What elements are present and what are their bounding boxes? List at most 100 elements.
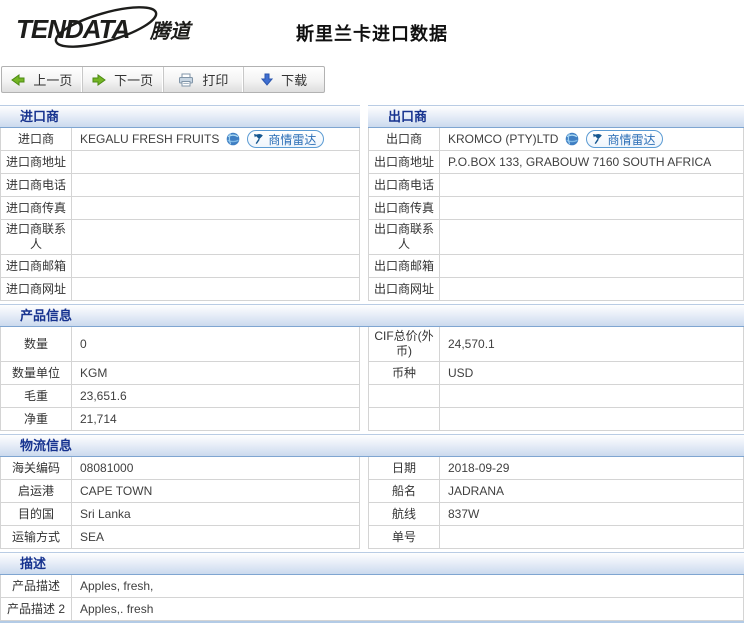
row-half: 净重 21,714 xyxy=(0,408,360,431)
satellite-dish-icon xyxy=(592,133,604,145)
table-row: 进口商联系人 出口商联系人 xyxy=(0,220,744,255)
field-value-text: SEA xyxy=(80,530,105,544)
field-value-text: 23,651.6 xyxy=(80,389,127,403)
column-gutter xyxy=(360,362,368,385)
business-radar-button[interactable]: 商情雷达 xyxy=(247,130,325,148)
field-value: Apples,. fresh xyxy=(72,598,744,621)
field-label: 出口商传真 xyxy=(369,197,440,220)
column-gutter xyxy=(360,408,368,431)
field-label: 净重 xyxy=(1,408,72,431)
field-value xyxy=(440,408,744,431)
section-header: 产品信息 xyxy=(0,304,744,327)
field-value xyxy=(72,174,360,197)
field-label: 出口商地址 xyxy=(369,151,440,174)
field-value-text: KROMCO (PTY)LTD xyxy=(448,132,559,146)
field-value-text: USD xyxy=(448,366,474,380)
column-gutter xyxy=(360,278,368,301)
table-row: 数量单位 KGM 币种 USD xyxy=(0,362,744,385)
row-half: 运输方式 SEA xyxy=(0,526,360,549)
row-half: 进口商传真 xyxy=(0,197,360,220)
download-button[interactable]: 下载 xyxy=(244,67,324,92)
field-value: KGM xyxy=(72,362,360,385)
row-half: 出口商 KROMCO (PTY)LTD 商情雷达 xyxy=(368,128,744,151)
record-table: 进口商 出口商 进口商 KEGALU FRESH FRUITS 商情雷达 出口商 KRO… xyxy=(0,105,744,623)
field-value xyxy=(72,278,360,301)
page-header: TENDATA 腾道 斯里兰卡进口数据 xyxy=(0,0,744,58)
field-label: 出口商 xyxy=(369,128,440,151)
table-row: 运输方式 SEA 单号 xyxy=(0,526,744,549)
prev-page-label: 上一页 xyxy=(33,73,73,88)
table-row: 目的国 Sri Lanka 航线 837W xyxy=(0,503,744,526)
arrow-right-icon xyxy=(92,73,106,86)
field-value: JADRANA xyxy=(440,480,744,503)
field-value: 08081000 xyxy=(72,457,360,480)
field-value: KEGALU FRESH FRUITS 商情雷达 xyxy=(72,128,360,151)
field-label: 船名 xyxy=(369,480,440,503)
field-label: 数量 xyxy=(1,327,72,362)
section-header: 描述 xyxy=(0,552,744,575)
prev-page-button[interactable]: 上一页 xyxy=(2,67,83,92)
field-label: 毛重 xyxy=(1,385,72,408)
field-value: 2018-09-29 xyxy=(440,457,744,480)
next-page-button[interactable]: 下一页 xyxy=(83,67,164,92)
field-label: 启运港 xyxy=(1,480,72,503)
print-button[interactable]: 打印 xyxy=(164,67,245,92)
table-row: 进口商地址 出口商地址 P.O.BOX 133, GRABOUW 7160 SOUT… xyxy=(0,151,744,174)
field-value: USD xyxy=(440,362,744,385)
field-label xyxy=(369,408,440,431)
table-row: 进口商邮箱 出口商邮箱 xyxy=(0,255,744,278)
table-row: 海关编码 08081000 日期 2018-09-29 xyxy=(0,457,744,480)
field-value-text: 2018-09-29 xyxy=(448,461,510,475)
field-value: 24,570.1 xyxy=(440,327,744,362)
arrow-left-icon xyxy=(11,73,25,86)
row-half xyxy=(368,408,744,431)
field-value-text: 0 xyxy=(80,337,87,351)
column-gutter xyxy=(360,151,368,174)
page-title: 斯里兰卡进口数据 xyxy=(296,24,448,44)
satellite-dish-icon xyxy=(253,133,265,145)
table-row: 进口商传真 出口商传真 xyxy=(0,197,744,220)
row-half: 进口商邮箱 xyxy=(0,255,360,278)
field-label xyxy=(369,385,440,408)
toolbar: 上一页 下一页 打印 下载 xyxy=(1,66,325,93)
field-label: 运输方式 xyxy=(1,526,72,549)
row-half: 船名 JADRANA xyxy=(368,480,744,503)
field-value: CAPE TOWN xyxy=(72,480,360,503)
field-value-text: Sri Lanka xyxy=(80,507,131,521)
section-header: 出口商 xyxy=(368,105,744,128)
field-value: Apples, fresh, xyxy=(72,575,744,598)
field-value xyxy=(440,220,744,255)
table-row: 进口商网址 出口商网址 xyxy=(0,278,744,301)
field-value: 23,651.6 xyxy=(72,385,360,408)
field-value-text: 24,570.1 xyxy=(448,337,495,351)
field-value xyxy=(440,385,744,408)
row-half: 出口商网址 xyxy=(368,278,744,301)
row-half: 毛重 23,651.6 xyxy=(0,385,360,408)
business-radar-button[interactable]: 商情雷达 xyxy=(586,130,664,148)
row-half: 单号 xyxy=(368,526,744,549)
globe-icon[interactable] xyxy=(565,132,579,146)
field-value xyxy=(72,151,360,174)
print-label: 打印 xyxy=(202,73,229,88)
row-half: 产品描述 Apples, fresh, xyxy=(0,575,744,598)
field-value: 0 xyxy=(72,327,360,362)
field-label: 进口商地址 xyxy=(1,151,72,174)
column-gutter xyxy=(360,526,368,549)
download-label: 下载 xyxy=(281,73,308,88)
row-half xyxy=(368,385,744,408)
row-half: 目的国 Sri Lanka xyxy=(0,503,360,526)
field-value-text: 837W xyxy=(448,507,480,521)
field-value-text: JADRANA xyxy=(448,484,505,498)
column-gutter xyxy=(360,457,368,480)
printer-icon xyxy=(178,73,194,87)
column-gutter xyxy=(360,255,368,278)
row-half: 数量单位 KGM xyxy=(0,362,360,385)
globe-icon[interactable] xyxy=(226,132,240,146)
field-value: 837W xyxy=(440,503,744,526)
table-row: 净重 21,714 xyxy=(0,408,744,431)
row-half: 出口商邮箱 xyxy=(368,255,744,278)
row-half: 进口商电话 xyxy=(0,174,360,197)
arrow-down-icon xyxy=(261,73,274,86)
table-row: 毛重 23,651.6 xyxy=(0,385,744,408)
row-half: 出口商地址 P.O.BOX 133, GRABOUW 7160 SOUTH AFR… xyxy=(368,151,744,174)
